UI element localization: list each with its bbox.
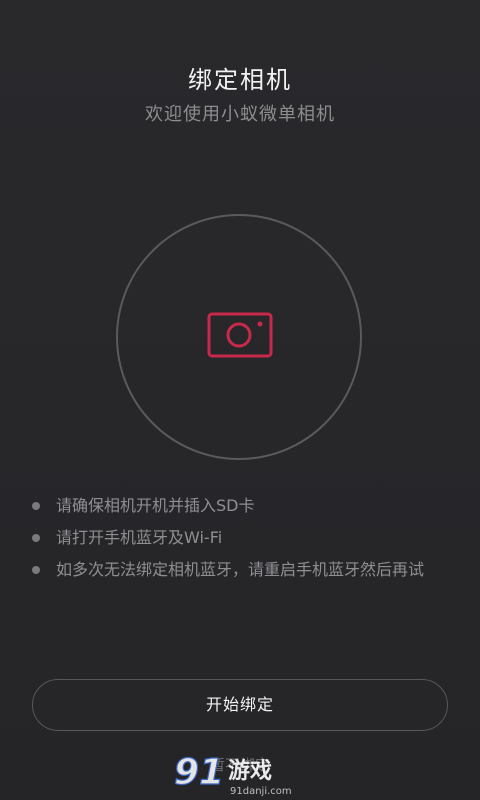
page-subtitle: 欢迎使用小蚁微单相机 [145,104,335,125]
camera-icon [207,312,273,358]
tip-text: 请确保相机开机并插入SD卡 [56,496,255,515]
bind-camera-screen: 绑定相机 欢迎使用小蚁微单相机 请确保相机开机并插入SD卡 请打开手机蓝牙及Wi… [0,0,480,800]
tip-text: 请打开手机蓝牙及Wi-Fi [56,528,223,547]
bullet-icon [32,566,40,574]
svg-text:91danji.com: 91danji.com [230,786,292,797]
list-item: 请确保相机开机并插入SD卡 [30,490,470,522]
bullet-icon [32,502,40,510]
tips-list: 请确保相机开机并插入SD卡 请打开手机蓝牙及Wi-Fi 如多次无法绑定相机蓝牙，… [30,490,470,586]
list-item: 如多次无法绑定相机蓝牙，请重启手机蓝牙然后再试 [30,554,470,586]
list-item: 请打开手机蓝牙及Wi-Fi [30,522,470,554]
svg-text:91: 91 [174,752,224,793]
page-title: 绑定相机 [188,66,292,94]
tip-text: 如多次无法绑定相机蓝牙，请重启手机蓝牙然后再试 [56,560,425,579]
site-watermark-logo: 91 游戏 91danji.com [173,751,292,797]
bullet-icon [32,534,40,542]
svg-text:游戏: 游戏 [228,758,272,784]
start-binding-button[interactable]: 开始绑定 [32,679,448,731]
